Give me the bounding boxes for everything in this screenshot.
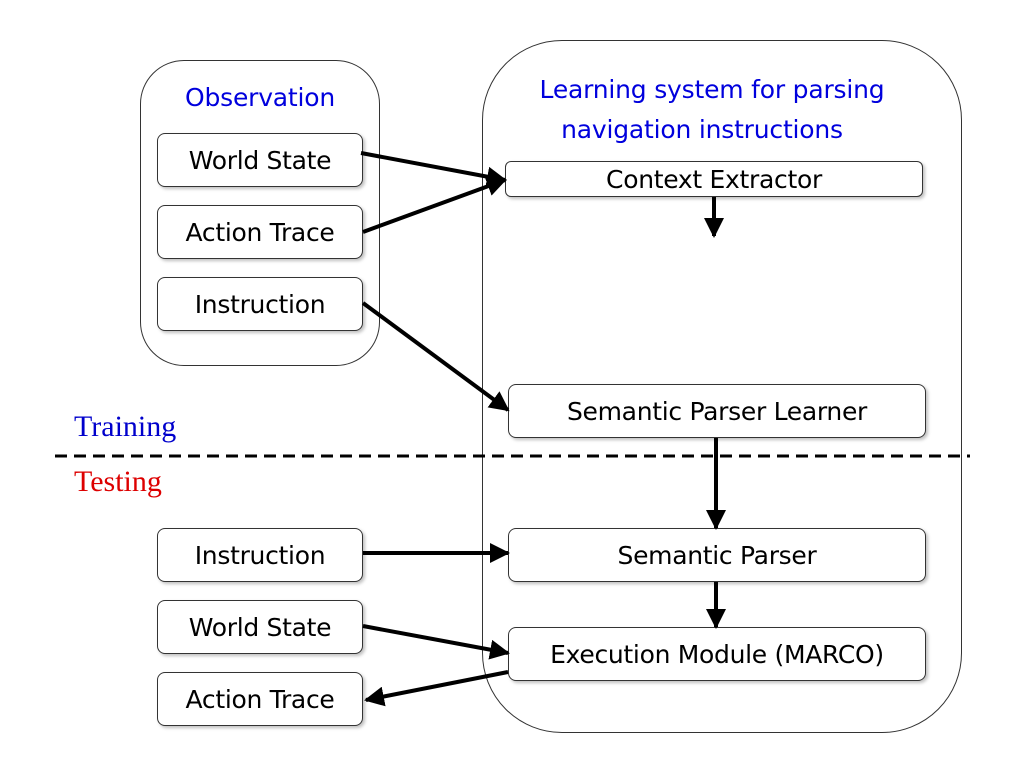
connectors-layer [55,151,970,707]
arrow-world-state-to-execution [362,624,510,660]
arrow-instruction-to-learner [361,301,510,412]
arrow-execution-to-action-trace [364,670,509,707]
arrow-action-trace-to-context [362,176,507,234]
arrow-world-state-to-context [360,151,507,187]
